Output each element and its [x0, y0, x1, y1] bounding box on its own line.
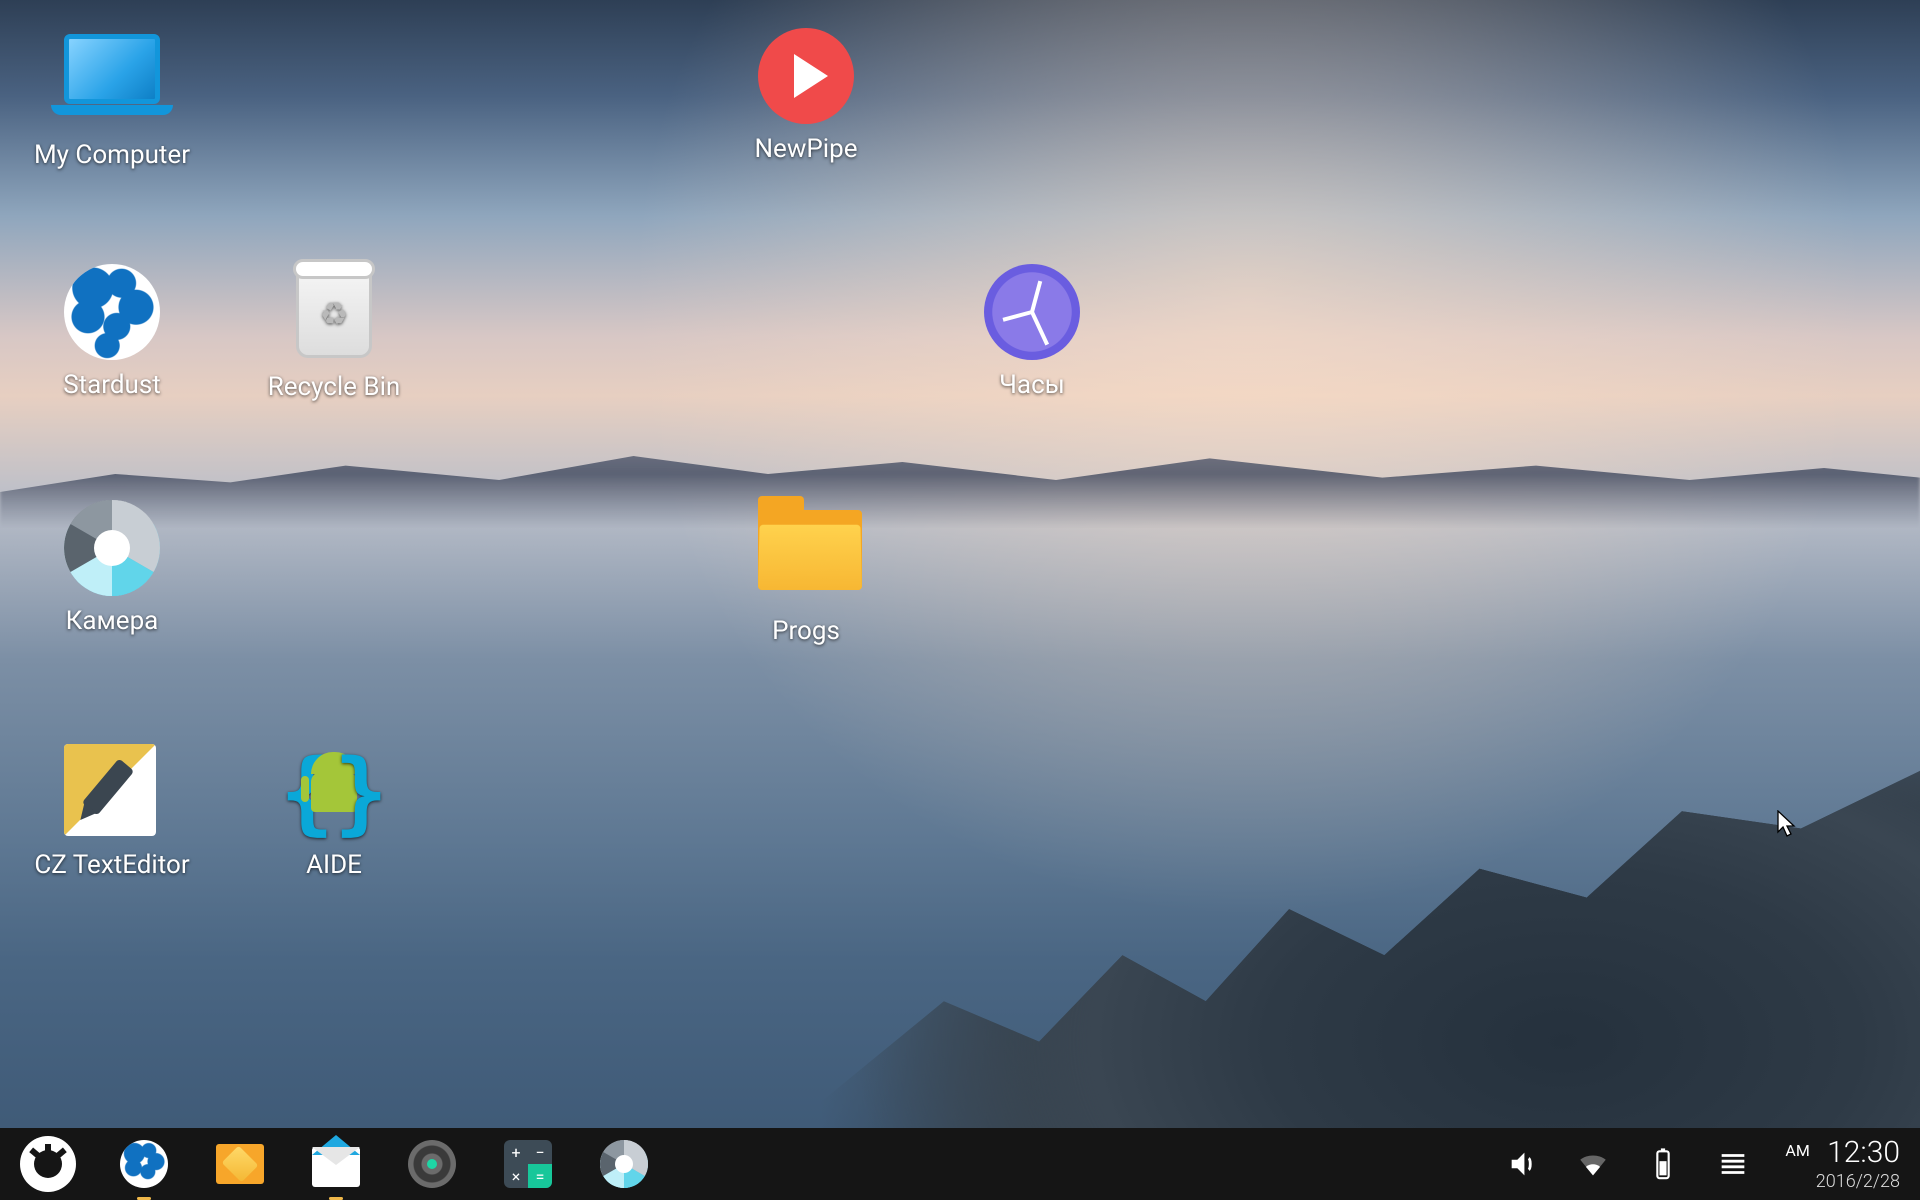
tray-menu[interactable] [1715, 1146, 1751, 1182]
android-ide-icon: {} [286, 744, 382, 840]
desktop-icon-label: Progs [706, 616, 906, 646]
cursor-arrow-icon [1776, 810, 1798, 838]
desktop-icon-stardust[interactable]: Stardust [12, 264, 212, 400]
desktop-icon-label: My Computer [12, 140, 212, 170]
menu-lines-icon [1716, 1147, 1750, 1181]
desktop-icon-progs-folder[interactable]: Progs [706, 500, 906, 646]
battery-icon [1653, 1147, 1673, 1181]
volume-icon [1506, 1147, 1540, 1181]
mail-icon [312, 1147, 360, 1187]
taskbar-app-files[interactable] [212, 1136, 268, 1192]
desktop-icon-camera[interactable]: Камера [12, 500, 212, 636]
laptop-icon [64, 34, 160, 130]
clock-time: 12:30 [1827, 1135, 1900, 1171]
desktop-icon-newpipe[interactable]: NewPipe [706, 28, 906, 164]
taskbar-app-camera[interactable] [596, 1136, 652, 1192]
camera-aperture-icon [600, 1140, 648, 1188]
desktop[interactable]: My Computer NewPipe Stardust ♻ Recycle B… [0, 0, 1920, 1128]
desktop-icon-label: NewPipe [706, 134, 906, 164]
clock-ampm: AM [1785, 1141, 1809, 1160]
desktop-icon-label: Recycle Bin [234, 372, 434, 402]
start-logo-icon [20, 1136, 76, 1192]
system-tray: AM 12:30 2016/2/28 [1505, 1135, 1900, 1193]
desktop-icon-label: Камера [12, 606, 212, 636]
globe-icon [64, 264, 160, 360]
wifi-icon [1576, 1147, 1610, 1181]
files-icon [216, 1144, 264, 1184]
desktop-icon-aide[interactable]: {} AIDE [234, 744, 434, 880]
taskbar-app-stardust[interactable] [116, 1136, 172, 1192]
play-circle-icon [758, 28, 854, 124]
text-editor-icon [64, 744, 160, 840]
tray-battery[interactable] [1645, 1146, 1681, 1182]
camera-aperture-icon [64, 500, 160, 596]
start-button[interactable] [20, 1136, 76, 1192]
globe-icon [120, 1140, 168, 1188]
desktop-icon-label: Stardust [12, 370, 212, 400]
desktop-icon-cz-texteditor[interactable]: CZ TextEditor [12, 744, 212, 880]
tray-volume[interactable] [1505, 1146, 1541, 1182]
desktop-icon-my-computer[interactable]: My Computer [12, 28, 212, 170]
desktop-icon-label: CZ TextEditor [12, 850, 212, 880]
taskbar-pinned: +−×= [20, 1136, 652, 1192]
taskbar: +−×= AM 12:30 2016/2/28 [0, 1128, 1920, 1200]
taskbar-app-mail[interactable] [308, 1136, 364, 1192]
trash-icon: ♻ [286, 266, 382, 362]
calculator-icon: +−×= [504, 1140, 552, 1188]
folder-icon [758, 510, 854, 606]
taskbar-app-settings[interactable] [404, 1136, 460, 1192]
gear-icon [408, 1140, 456, 1188]
desktop-icon-label: AIDE [234, 850, 434, 880]
desktop-icon-recycle-bin[interactable]: ♻ Recycle Bin [234, 264, 434, 402]
taskbar-app-calculator[interactable]: +−×= [500, 1136, 556, 1192]
taskbar-clock[interactable]: AM 12:30 2016/2/28 [1785, 1135, 1900, 1193]
clock-icon [984, 264, 1080, 360]
desktop-icon-clock[interactable]: Часы [932, 264, 1132, 400]
tray-wifi[interactable] [1575, 1146, 1611, 1182]
clock-date: 2016/2/28 [1816, 1171, 1900, 1193]
desktop-icon-label: Часы [932, 370, 1132, 400]
